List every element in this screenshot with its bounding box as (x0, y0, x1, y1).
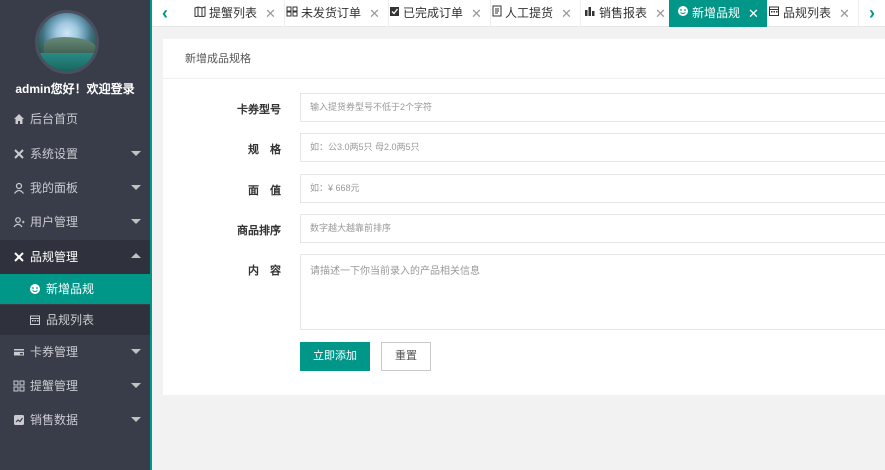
home-icon (12, 112, 26, 126)
chevron-down-icon (131, 349, 141, 354)
sidebar-border (150, 0, 152, 470)
field-label-spec: 规 格 (248, 144, 281, 156)
chevron-down-icon (131, 151, 141, 156)
tab-unshipped-orders[interactable]: 未发货订单 ✕ (278, 0, 389, 27)
tab-label: 新增品规 (692, 6, 741, 20)
tab-label: 人工提货 (505, 6, 554, 20)
close-icon[interactable]: ✕ (748, 0, 759, 27)
sidebar-item-my-panel[interactable]: 我的面板 (0, 171, 150, 205)
reset-button[interactable]: 重置 (381, 342, 431, 371)
users-icon (12, 215, 26, 229)
check-doc-icon (389, 0, 400, 27)
sidebar-item-pickup-management[interactable]: 提蟹管理 (0, 369, 150, 403)
close-icon[interactable]: ✕ (655, 0, 666, 27)
smile-icon (677, 0, 689, 27)
sidebar-item-label: 提蟹管理 (30, 379, 79, 393)
chevron-down-icon (131, 185, 141, 190)
sidebar: admin您好！欢迎登录 后台首页 系统设置 我的面板 用户管理 品规管理 新增… (0, 0, 150, 470)
sidebar-subitem-add-spec[interactable]: 新增品规 (0, 274, 150, 304)
tab-bar: ‹ 提蟹列表 ✕ 未发货订单 ✕ 已完成订单 ✕ 人工提货 ✕ 销售报表 ✕ 新… (152, 0, 885, 27)
card-icon (12, 345, 26, 359)
bar-chart-icon (584, 0, 596, 27)
tab-manual-pickup[interactable]: 人工提货 ✕ (484, 0, 581, 27)
sidebar-item-label: 后台首页 (30, 112, 79, 126)
sidebar-item-label: 卡券管理 (30, 345, 79, 359)
chevron-left-icon: ‹ (162, 3, 168, 23)
tab-label: 已完成订单 (403, 6, 464, 20)
chevron-down-icon (131, 417, 141, 422)
tab-label: 销售报表 (599, 6, 648, 20)
user-icon (12, 181, 26, 195)
field-label-sort-order: 商品排序 (237, 225, 281, 237)
map-icon (194, 0, 206, 27)
sidebar-item-home[interactable]: 后台首页 (0, 102, 150, 136)
sidebar-item-label: 品规管理 (30, 250, 79, 264)
chevron-up-icon (131, 253, 141, 258)
sidebar-item-user-management[interactable]: 用户管理 (0, 205, 150, 239)
tab-label: 提蟹列表 (209, 6, 258, 20)
field-label-face-value: 面 值 (248, 185, 281, 197)
tab-completed-orders[interactable]: 已完成订单 ✕ (381, 0, 491, 27)
tab-sales-report[interactable]: 销售报表 ✕ (576, 0, 675, 27)
sidebar-item-voucher-management[interactable]: 卡券管理 (0, 335, 150, 369)
field-label-content: 内 容 (248, 265, 281, 277)
user-greeting: admin您好！欢迎登录 (15, 82, 135, 96)
spec-input[interactable]: 如：公3.0两5只 母2.0两5只 (300, 133, 885, 162)
tools-icon (12, 250, 26, 264)
close-icon[interactable]: ✕ (561, 0, 572, 27)
tab-scroll-left-button[interactable]: ‹ (152, 0, 178, 27)
form-title: 新增成品规格 (163, 39, 885, 79)
sidebar-item-label: 我的面板 (30, 181, 79, 195)
tab-spec-list[interactable]: 品规列表 ✕ (760, 0, 859, 27)
field-label-voucher-model: 卡券型号 (237, 104, 281, 116)
sort-order-input[interactable]: 数字越大越靠前排序 (300, 214, 885, 243)
smile-icon (28, 282, 42, 296)
truck-icon (286, 0, 298, 27)
sidebar-subitem-label: 新增品规 (46, 282, 95, 296)
tab-label: 品规列表 (783, 6, 832, 20)
tab-pickup-list[interactable]: 提蟹列表 ✕ (186, 0, 285, 27)
sidebar-item-spec-management[interactable]: 品规管理 (0, 240, 150, 274)
chevron-down-icon (131, 383, 141, 388)
avatar[interactable] (35, 10, 99, 74)
form-card: 新增成品规格 卡券型号 输入提货券型号不低于2个字符 规 格 如：公3.0两5只… (163, 39, 885, 395)
calendar-icon (28, 313, 42, 327)
face-value-input[interactable]: 如：¥ 668元 (300, 174, 885, 203)
close-icon[interactable]: ✕ (839, 0, 850, 27)
sidebar-item-label: 用户管理 (30, 215, 79, 229)
voucher-model-input[interactable]: 输入提货券型号不低于2个字符 (300, 93, 885, 122)
tab-add-spec[interactable]: 新增品规 ✕ (669, 0, 768, 27)
chevron-right-icon: › (869, 3, 875, 23)
doc-icon (492, 0, 502, 27)
sidebar-item-sales-data[interactable]: 销售数据 (0, 403, 150, 437)
chart-icon (12, 413, 26, 427)
tab-scroll-right-button[interactable]: › (859, 0, 885, 27)
sidebar-item-system-settings[interactable]: 系统设置 (0, 137, 150, 171)
sidebar-subitem-spec-list[interactable]: 品规列表 (0, 305, 150, 335)
sidebar-subitem-label: 品规列表 (46, 313, 95, 327)
tab-label: 未发货订单 (301, 6, 362, 20)
close-icon[interactable]: ✕ (265, 0, 276, 27)
close-icon[interactable]: ✕ (471, 0, 482, 27)
sidebar-item-label: 销售数据 (30, 413, 79, 427)
calendar-icon (768, 0, 780, 27)
submit-button[interactable]: 立即添加 (300, 342, 370, 371)
chevron-down-icon (131, 219, 141, 224)
tools-icon (12, 147, 26, 161)
content-textarea[interactable]: 请描述一下你当前录入的产品相关信息 (300, 254, 885, 330)
grid-icon (12, 379, 26, 393)
close-icon[interactable]: ✕ (369, 0, 380, 27)
sidebar-item-label: 系统设置 (30, 147, 79, 161)
